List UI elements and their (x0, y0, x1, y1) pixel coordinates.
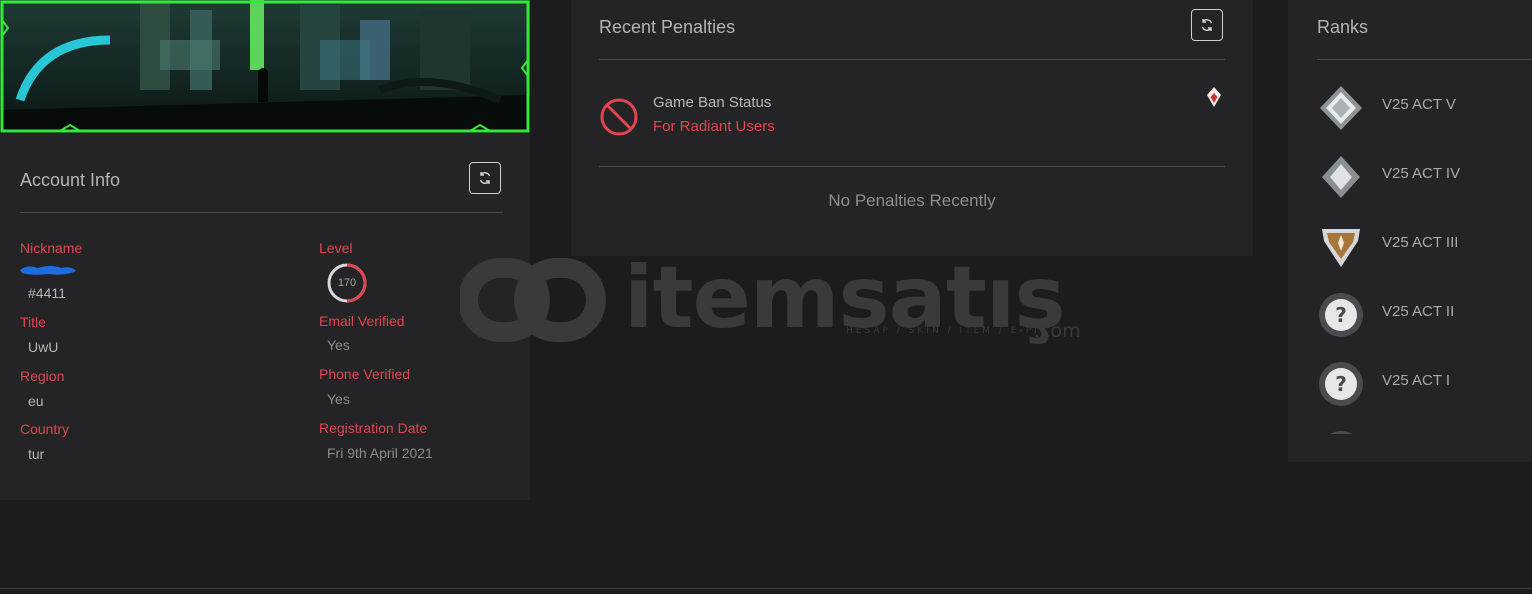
email-verified-value: Yes (327, 337, 350, 353)
country-label: Country (20, 421, 70, 437)
ranks-title: Ranks (1317, 17, 1369, 37)
unranked-question-icon: ? (1319, 362, 1363, 406)
rank-row: V25 ACT V (1318, 85, 1528, 135)
game-ban-status-subtitle: For Radiant Users (653, 118, 775, 135)
region-label: Region (20, 368, 65, 384)
watermark-brand: itemsatış (624, 248, 1066, 348)
gold-ascendant-rank-icon (1322, 229, 1360, 267)
svg-text:?: ? (1335, 303, 1347, 327)
phone-verified-label: Phone Verified (319, 366, 411, 382)
region-value: eu (28, 393, 44, 409)
unranked-question-icon: ? (1319, 293, 1363, 337)
platinum-rank-icon (1322, 156, 1360, 198)
nickname-tag: #4411 (28, 285, 66, 301)
nickname-label: Nickname (20, 240, 83, 256)
phone-verified-value: Yes (327, 391, 350, 407)
rank-row: V25 ACT IV (1318, 154, 1528, 204)
rank-row: ? V25 ACT I (1318, 361, 1528, 411)
registration-date-value: Fri 9th April 2021 (327, 445, 433, 461)
title-label: Title (20, 314, 46, 330)
page-bottom-divider (0, 588, 1532, 589)
unranked-question-icon (1329, 431, 1353, 434)
game-ban-status-title: Game Ban Status (653, 94, 772, 111)
redacted-name-scribble (20, 266, 76, 275)
itemsatis-watermark: itemsatış HESAP / SKIN / ITEM / E-PIN .c… (460, 248, 1081, 350)
title-value: UwU (28, 339, 59, 355)
rank-row-partial (1318, 430, 1364, 434)
account-refresh-button[interactable] (469, 162, 501, 194)
svg-text:?: ? (1335, 372, 1347, 396)
rank-label: V25 ACT III (1382, 234, 1459, 251)
registration-date-label: Registration Date (319, 420, 428, 436)
rank-row: ? V25 ACT II (1318, 292, 1528, 342)
refresh-icon (479, 172, 491, 184)
account-divider (20, 212, 503, 213)
level-value: 170 (337, 277, 357, 289)
rank-label: V25 ACT IV (1382, 165, 1461, 182)
country-value: tur (28, 446, 45, 462)
watermark-suffix: .com (1034, 320, 1081, 342)
rank-label: V25 ACT II (1382, 303, 1455, 320)
penalties-refresh-button[interactable] (1191, 9, 1223, 41)
penalties-divider-top (599, 59, 1225, 60)
watermark-tagline: HESAP / SKIN / ITEM / E-PIN (846, 326, 1050, 336)
platinum-rank-icon (1320, 86, 1362, 130)
recent-penalties-title: Recent Penalties (599, 17, 736, 37)
ranks-divider (1317, 59, 1532, 60)
rank-label: V25 ACT V (1382, 96, 1456, 113)
player-card-banner (0, 0, 530, 133)
rank-row: V25 ACT III (1318, 223, 1528, 273)
ban-icon (600, 98, 638, 136)
refresh-icon (1201, 19, 1213, 31)
no-penalties-message: No Penalties Recently (828, 191, 996, 210)
account-info-title: Account Info (20, 170, 121, 190)
radiant-rank-icon (1207, 87, 1221, 107)
level-label: Level (319, 240, 353, 256)
email-verified-label: Email Verified (319, 313, 405, 329)
penalties-divider-bottom (599, 166, 1225, 167)
rank-label: V25 ACT I (1382, 372, 1451, 389)
